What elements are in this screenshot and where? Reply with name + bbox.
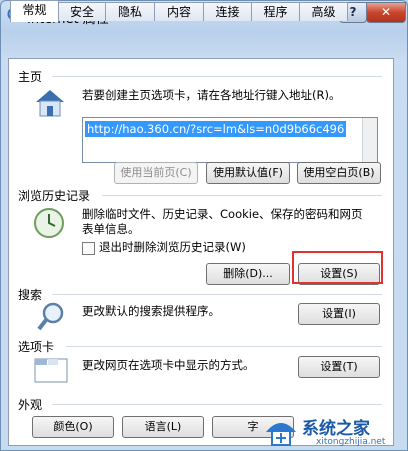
search-settings-button[interactable]: 设置(I)	[298, 303, 380, 325]
history-clock-icon	[32, 206, 66, 243]
delete-on-exit-label: 退出时删除浏览历史记录(W)	[99, 240, 246, 254]
tabs-section-label: 选项卡	[18, 340, 55, 354]
colors-button[interactable]: 颜色(O)	[32, 416, 114, 438]
tab-general[interactable]: 常规	[10, 0, 59, 22]
tabs-settings-button[interactable]: 设置(T)	[298, 356, 380, 378]
languages-button[interactable]: 语言(L)	[122, 416, 204, 438]
watermark-logo-icon	[262, 412, 300, 451]
close-button[interactable]: ✕	[366, 2, 406, 23]
divider	[52, 404, 382, 405]
divider	[66, 346, 382, 347]
tab-content[interactable]: 内容	[154, 2, 204, 21]
watermark-url: xitongzhijia.net	[316, 437, 386, 447]
homepage-description: 若要创建主页选项卡，请在各地址行键入地址(R)。	[82, 88, 341, 102]
delete-on-exit-checkbox[interactable]	[82, 242, 95, 255]
divider	[102, 195, 382, 196]
divider	[52, 76, 382, 77]
delete-history-button[interactable]: 删除(D)...	[206, 263, 290, 285]
homepage-label: 主页	[18, 70, 43, 84]
divider	[52, 294, 382, 295]
highlight-annotation-box	[292, 251, 383, 284]
url-scrollbar[interactable]	[362, 118, 377, 162]
site-watermark: 系统之家 xitongzhijia.net	[256, 410, 408, 451]
appearance-label: 外观	[18, 398, 43, 412]
magnifier-icon	[36, 301, 66, 336]
history-description-line2: 表单信息。	[82, 222, 140, 236]
tab-advanced[interactable]: 高级	[299, 2, 348, 21]
tabs-window-icon	[34, 355, 68, 386]
history-label: 浏览历史记录	[18, 189, 91, 203]
tabs-section-description: 更改网页在选项卡中显示的方式。	[82, 358, 255, 372]
history-description-line1: 删除临时文件、历史记录、Cookie、保存的密码和网页	[82, 207, 363, 221]
use-default-button[interactable]: 使用默认值(F)	[206, 162, 290, 184]
use-current-button[interactable]: 使用当前页(C)	[114, 162, 198, 184]
tab-connections[interactable]: 连接	[203, 2, 252, 21]
tab-privacy[interactable]: 隐私	[105, 2, 155, 21]
tab-programs[interactable]: 程序	[251, 2, 300, 21]
tab-security[interactable]: 安全	[58, 2, 106, 21]
homepage-url-field[interactable]: http://hao.360.cn/?src=lm&ls=n0d9b66c496	[82, 117, 378, 163]
house-icon	[32, 86, 68, 121]
homepage-url-text: http://hao.360.cn/?src=lm&ls=n0d9b66c496	[85, 121, 347, 137]
watermark-text: 系统之家	[302, 419, 370, 439]
search-description: 更改默认的搜索提供程序。	[82, 304, 220, 318]
use-blank-button[interactable]: 使用空白页(B)	[297, 162, 381, 184]
